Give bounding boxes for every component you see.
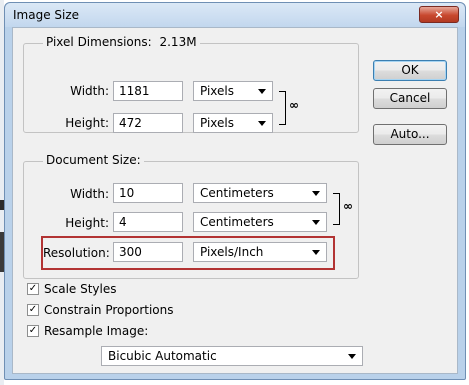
checkmark-icon: ✓ — [28, 304, 38, 315]
close-button[interactable]: × — [419, 6, 459, 23]
chevron-down-icon — [348, 354, 356, 359]
checkmark-icon: ✓ — [28, 325, 38, 336]
dialog-title: Image Size — [13, 8, 80, 22]
chevron-down-icon — [312, 220, 320, 225]
dialog-body: Pixel Dimensions: 2.13M Width: 1181 Pixe… — [12, 27, 458, 374]
resolution-label: Resolution: — [43, 246, 110, 260]
cancel-button[interactable]: Cancel — [373, 88, 447, 109]
close-icon: × — [434, 8, 444, 21]
document-width-input[interactable]: 10 — [113, 183, 183, 203]
chevron-down-icon — [258, 121, 266, 126]
document-link-icon: ∞ — [343, 199, 353, 213]
resolution-unit-select[interactable]: Pixels/Inch — [193, 242, 327, 262]
resample-method-select[interactable]: Bicubic Automatic — [101, 346, 363, 366]
pixel-dimensions-size: 2.13M — [159, 35, 197, 49]
document-height-unit-select[interactable]: Centimeters — [193, 212, 327, 232]
pixel-width-input[interactable]: 1181 — [113, 81, 183, 101]
ok-button[interactable]: OK — [373, 60, 447, 81]
chevron-down-icon — [312, 191, 320, 196]
image-size-dialog: Image Size × Pixel Dimensions: 2.13M Wid… — [4, 2, 466, 380]
chevron-down-icon — [312, 250, 320, 255]
pixel-link-bracket — [279, 91, 286, 125]
document-link-bracket — [333, 193, 340, 225]
pixel-height-input[interactable]: 472 — [113, 113, 183, 133]
checkmark-icon: ✓ — [28, 283, 38, 294]
resample-image-checkbox[interactable]: ✓ — [27, 325, 39, 337]
pixel-height-unit-select[interactable]: Pixels — [193, 113, 273, 133]
pixel-height-label: Height: — [65, 116, 109, 130]
document-width-label: Width: — [70, 187, 109, 201]
pixel-width-label: Width: — [70, 84, 109, 98]
scale-styles-label: Scale Styles — [44, 282, 117, 296]
document-height-label: Height: — [65, 216, 109, 230]
constrain-proportions-checkbox[interactable]: ✓ — [27, 304, 39, 316]
resample-image-label: Resample Image: — [44, 324, 149, 338]
chevron-down-icon — [258, 89, 266, 94]
document-height-input[interactable]: 4 — [113, 212, 183, 232]
scale-styles-checkbox[interactable]: ✓ — [27, 283, 39, 295]
resolution-input[interactable]: 300 — [113, 242, 183, 262]
auto-button[interactable]: Auto... — [373, 124, 447, 145]
pixel-width-unit-select[interactable]: Pixels — [193, 81, 273, 101]
pixel-link-icon: ∞ — [289, 98, 299, 112]
document-size-label: Document Size: — [43, 153, 144, 167]
title-bar[interactable]: Image Size × — [5, 3, 465, 27]
constrain-proportions-label: Constrain Proportions — [44, 303, 174, 317]
pixel-dimensions-label: Pixel Dimensions: 2.13M — [43, 35, 200, 49]
document-width-unit-select[interactable]: Centimeters — [193, 183, 327, 203]
